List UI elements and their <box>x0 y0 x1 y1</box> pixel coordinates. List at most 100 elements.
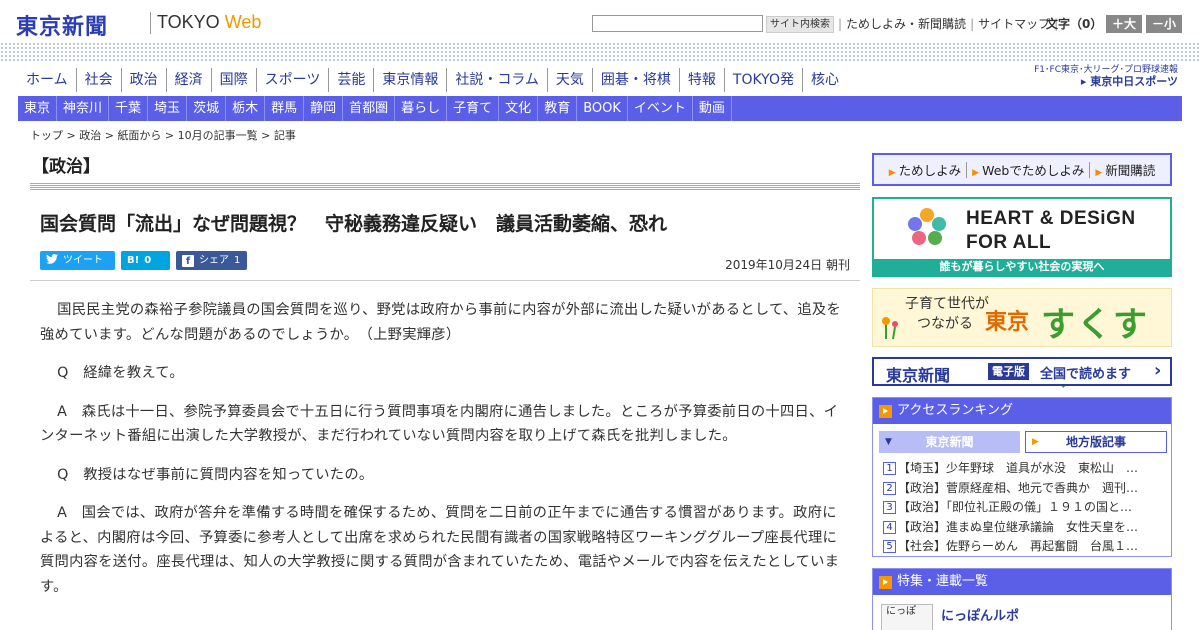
main-nav-item[interactable]: 核心 <box>801 68 847 92</box>
arrow-right-icon: ▶ <box>888 168 896 178</box>
sub-nav-item[interactable]: 暮らし <box>395 96 448 121</box>
sub-nav-item[interactable]: 千葉 <box>109 96 149 121</box>
link-separator: | <box>838 17 843 31</box>
tameshi-subscribe-link[interactable]: ためしよみ・新聞購読 <box>846 17 966 31</box>
article-date: 2019年10月24日 朝刊 <box>725 258 850 272</box>
tameshi-link[interactable]: ▶ ためしよみ <box>884 160 966 179</box>
main-nav-item[interactable]: 芸能 <box>328 68 373 92</box>
rank-number: 4 <box>883 520 896 534</box>
sub-nav-item[interactable]: 群馬 <box>265 96 305 121</box>
arrow-right-icon <box>879 404 892 418</box>
sub-nav-item[interactable]: 栃木 <box>226 96 266 121</box>
breadcrumb-item[interactable]: トップ <box>30 129 63 142</box>
sub-nav-item[interactable]: イベント <box>628 96 693 121</box>
rank-title: 【社会】佐野らーめん 再起奮闘 台風１… <box>898 539 1139 553</box>
chunichi-tagline: F1･FC東京･大リーグ･プロ野球速報 <box>1034 65 1178 75</box>
sub-nav-item[interactable]: 教育 <box>538 96 578 121</box>
tokyo-sukusuku-banner[interactable]: 子育て世代が つながる 東京 すくすく <box>872 288 1172 394</box>
ranking-tabs: ▼ 東京新聞 ▶ 地方版記事 <box>879 431 1167 453</box>
sub-nav-item[interactable]: 子育て <box>447 96 500 121</box>
tab-tokyo-shimbun[interactable]: ▼ 東京新聞 <box>879 431 1020 453</box>
features-header: 特集・連載一覧 <box>873 569 1171 595</box>
tokyo-web-logo[interactable]: TOKYO Web <box>157 12 261 33</box>
sub-nav-item[interactable]: 静岡 <box>304 96 344 121</box>
denshi-tag: 電子版 <box>988 363 1029 380</box>
rank-title: 【政治】菅原経産相、地元で香典か 週刊… <box>898 480 1139 495</box>
facebook-share-button[interactable]: f シェア 1 <box>176 251 247 270</box>
heart-design-subtitle: FOR ALL <box>966 232 1052 253</box>
sitemap-link[interactable]: サイトマップ <box>978 17 1050 31</box>
sub-nav-item[interactable]: 文化 <box>499 96 539 121</box>
main-nav-item[interactable]: スポーツ <box>255 68 329 92</box>
breadcrumb-item[interactable]: 政治 <box>79 129 101 142</box>
main-nav-item[interactable]: 政治 <box>120 68 166 92</box>
dotted-divider <box>0 42 1200 62</box>
social-buttons: ツイート B! 0 f シェア 1 <box>40 251 247 270</box>
main-nav: ホーム 社会 政治 経済 国際 スポーツ 芸能 東京情報 社説・コラム 天気 囲碁・将棋 特報 TOKY… <box>18 68 847 92</box>
title-rule <box>30 280 860 281</box>
section-rule <box>30 183 860 190</box>
ranking-item[interactable]: 2 【政治】菅原経産相、地元で香典か 週刊… <box>883 479 1163 499</box>
site-logo[interactable]: 東京新聞 <box>16 9 108 41</box>
ranking-item[interactable]: 5 【社会】佐野らーめん 再起奮闘 台風１… <box>883 537 1163 557</box>
main-nav-item[interactable]: 囲碁・将棋 <box>591 68 679 92</box>
ranking-item[interactable]: 4 【政治】進まぬ皇位継承議論 女性天皇を… <box>883 518 1163 538</box>
feature-thumbnail[interactable]: にっぽ <box>881 604 933 630</box>
hatena-bookmark-button[interactable]: B! 0 <box>121 251 170 270</box>
subscribe-label: 新聞購読 <box>1105 163 1156 178</box>
tab-local-articles[interactable]: ▶ 地方版記事 <box>1025 431 1167 453</box>
access-ranking: アクセスランキング ▼ 東京新聞 ▶ 地方版記事 1 【埼玉】少年野球 道具が水没 東… <box>872 397 1172 557</box>
font-larger-button[interactable]: ＋大 <box>1106 15 1142 33</box>
main-nav-item[interactable]: 経済 <box>165 68 211 92</box>
heart-design-banner[interactable]: HEART & DESiGN FOR ALL 誰もが暮らしやすい社会の実現へ <box>872 197 1172 277</box>
main-nav-item[interactable]: 東京情報 <box>373 68 446 92</box>
subscribe-link[interactable]: ▶ 新聞購読 <box>1090 160 1160 179</box>
chunichi-logo: ▸ 東京中日スポーツ <box>1080 75 1178 88</box>
ranking-header: アクセスランキング <box>873 398 1171 424</box>
digital-edition-banner[interactable]: 東京新聞 電子版 全国で読めます › <box>872 357 1172 386</box>
article-paragraph: A 国会では、政府が答弁を準備する時間を確保するため、質問を二日前の正午までに通… <box>40 505 840 595</box>
ranking-heading: アクセスランキング <box>897 403 1013 418</box>
sub-nav-item[interactable]: 東京 <box>18 96 58 121</box>
denshi-text: 全国で読めます <box>1040 367 1132 382</box>
sub-nav-item[interactable]: 動画 <box>693 96 732 121</box>
breadcrumb-separator: > <box>63 129 80 142</box>
sub-nav-item[interactable]: BOOK <box>577 96 628 121</box>
main-nav-item[interactable]: 社説・コラム <box>446 68 547 92</box>
main-nav-item[interactable]: ホーム <box>18 68 76 92</box>
breadcrumb-item[interactable]: 紙面から <box>117 129 161 142</box>
search-input[interactable] <box>592 15 763 32</box>
tweet-button[interactable]: ツイート <box>40 251 115 270</box>
sub-nav-item[interactable]: 神奈川 <box>57 96 110 121</box>
web-tameshi-link[interactable]: ▶ Webでためしよみ <box>967 160 1089 179</box>
feature-link[interactable]: にっぽんルポ <box>941 605 1019 624</box>
ranking-list: 1 【埼玉】少年野球 道具が水没 東松山 … 2 【政治】菅原経産相、地元で香典か … <box>883 459 1163 557</box>
tameshi-banner: ▶ ためしよみ ▶ Webでためしよみ ▶ 新聞購読 <box>872 153 1172 186</box>
chunichi-sports-banner[interactable]: F1･FC東京･大リーグ･プロ野球速報 ▸ 東京中日スポーツ <box>1030 64 1178 88</box>
main-nav-item[interactable]: 社会 <box>75 68 121 92</box>
denshi-logo: 東京新聞 <box>886 366 951 385</box>
main-nav-item[interactable]: TOKYO発 <box>723 68 802 92</box>
breadcrumb-separator: > <box>257 129 274 142</box>
search-button[interactable]: サイト内検索 <box>766 16 834 33</box>
main-nav-item[interactable]: 国際 <box>210 68 256 92</box>
tokyo-text: TOKYO <box>157 12 225 32</box>
main-nav-item[interactable]: 天気 <box>546 68 592 92</box>
ranking-item[interactable]: 3 【政治】「即位礼正殿の儀」１９１の国と… <box>883 498 1163 518</box>
sub-nav-item[interactable]: 茨城 <box>187 96 227 121</box>
triangle-down-icon: ▼ <box>885 437 892 447</box>
article-paragraph: A 森氏は十一日、参院予算委員会で十五日に行う質問事項を内閣府に通告しました。と… <box>40 403 839 445</box>
rank-number: 2 <box>883 481 896 495</box>
sukusuku-tokyo: 東京 <box>985 310 1030 335</box>
ranking-item[interactable]: 1 【埼玉】少年野球 道具が水没 東松山 … <box>883 459 1163 479</box>
sub-nav-item[interactable]: 埼玉 <box>148 96 188 121</box>
font-smaller-button[interactable]: －小 <box>1146 15 1182 33</box>
breadcrumb-separator: > <box>101 129 118 142</box>
web-text: Web <box>224 12 262 32</box>
main-nav-item[interactable]: 特報 <box>678 68 724 92</box>
tab-local-label: 地方版記事 <box>1065 435 1126 449</box>
heart-design-caption: 誰もが暮らしやすい社会の実現へ <box>874 259 1170 275</box>
breadcrumb-item[interactable]: 10月の記事一覧 <box>178 129 258 142</box>
site-header: 東京新聞 TOKYO Web サイト内検索 | ためしよみ・新聞購読 | サイトマップ… <box>0 0 1200 46</box>
sub-nav-item[interactable]: 首都圏 <box>343 96 396 121</box>
